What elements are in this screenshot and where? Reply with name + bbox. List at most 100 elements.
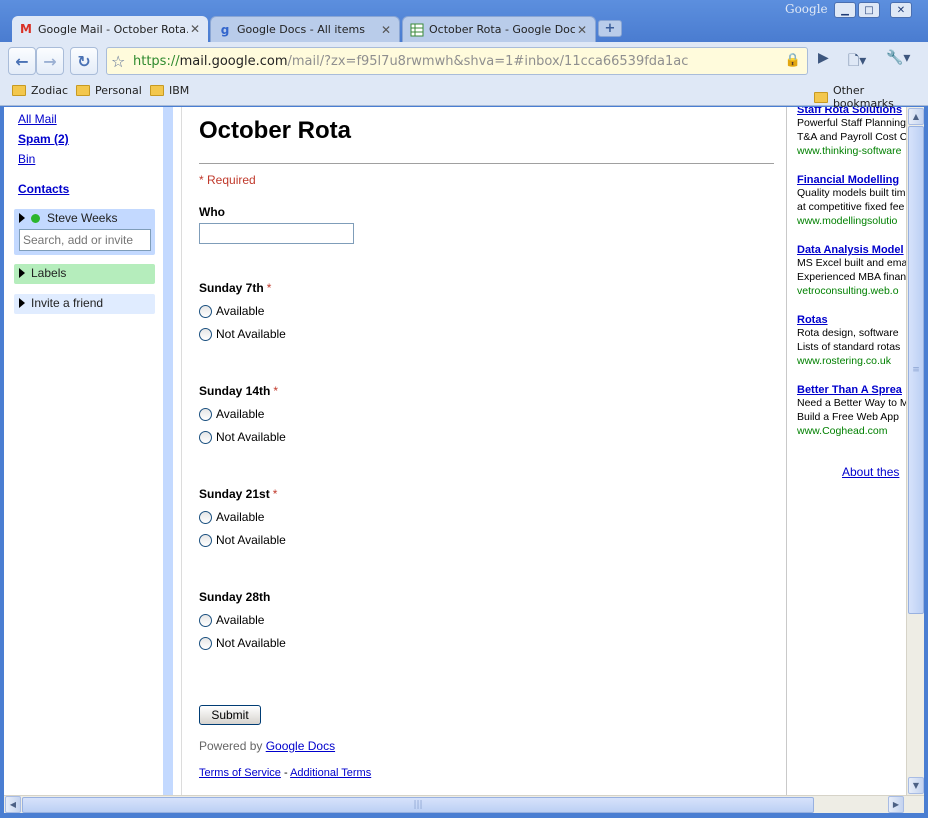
radio-button[interactable]: [199, 636, 212, 650]
form-title: October Rota: [199, 117, 352, 144]
reload-button[interactable]: ↻: [70, 47, 98, 75]
close-tab-icon[interactable]: ✕: [379, 23, 393, 37]
submit-button[interactable]: Submit: [199, 705, 261, 725]
maximize-icon[interactable]: □: [858, 2, 880, 18]
content-gutter: [173, 107, 182, 795]
scroll-down-icon[interactable]: ▼: [908, 777, 924, 794]
option-available[interactable]: Available: [199, 304, 264, 318]
back-button[interactable]: ←: [8, 47, 36, 75]
rota-form: October Rota * Required Who Sunday 7th * …: [183, 107, 787, 795]
nav-contacts[interactable]: Contacts: [18, 182, 69, 196]
forward-button[interactable]: →: [36, 47, 64, 75]
bookmark-personal[interactable]: Personal: [76, 84, 142, 97]
lock-icon[interactable]: 🔒: [785, 53, 801, 68]
option-not-available[interactable]: Not Available: [199, 636, 286, 650]
who-label: Who: [199, 205, 225, 219]
radio-button[interactable]: [199, 304, 212, 318]
labels-box[interactable]: Labels: [14, 264, 155, 284]
page-menu-icon[interactable]: 🗋▾: [848, 50, 866, 74]
bookmark-star-icon[interactable]: ☆: [111, 52, 133, 71]
gmail-icon: M: [20, 22, 32, 36]
option-available[interactable]: Available: [199, 510, 264, 524]
folder-icon: [814, 91, 828, 103]
vertical-scrollbar[interactable]: ▲ ≡ ▼: [906, 107, 924, 795]
ad-item[interactable]: Financial Modelling Quality models built …: [797, 174, 906, 228]
option-available[interactable]: Available: [199, 613, 264, 627]
chat-user-name: Steve Weeks: [47, 211, 118, 225]
question-label: Sunday 21st *: [199, 487, 278, 501]
close-window-icon[interactable]: ✕: [890, 2, 912, 18]
tab-gmail[interactable]: M Google Mail - October Rota... ✕: [12, 16, 208, 42]
go-arrow-icon[interactable]: ▶: [818, 50, 829, 66]
sponsored-links: Staff Rota Solutions Powerful Staff Plann…: [789, 107, 906, 795]
folder-icon: [150, 85, 164, 96]
chat-search-input[interactable]: [19, 229, 151, 251]
invite-title: Invite a friend: [31, 296, 104, 310]
terms-of-service-link[interactable]: Terms of Service: [199, 767, 281, 779]
minimize-icon[interactable]: ▁: [834, 2, 856, 18]
sidebar-divider: [163, 107, 173, 795]
powered-by: Powered by Google Docs: [199, 739, 336, 753]
radio-button[interactable]: [199, 407, 212, 421]
scroll-right-icon[interactable]: ▶: [888, 796, 904, 813]
spreadsheet-icon: [409, 23, 425, 37]
bookmark-zodiac[interactable]: Zodiac: [12, 84, 68, 97]
nav-bin[interactable]: Bin: [18, 152, 35, 166]
additional-terms-link[interactable]: Additional Terms: [290, 767, 371, 779]
bookmark-label: Personal: [95, 84, 142, 97]
google-docs-link[interactable]: Google Docs: [266, 739, 335, 753]
google-icon: g: [220, 22, 230, 37]
option-not-available[interactable]: Not Available: [199, 533, 286, 547]
tab-title: October Rota - Google Docs: [429, 23, 575, 36]
tab-google-docs[interactable]: g Google Docs - All items ✕: [210, 16, 400, 42]
ad-item[interactable]: Data Analysis Model MS Excel built and em…: [797, 244, 906, 298]
tab-october-rota[interactable]: October Rota - Google Docs ✕: [402, 16, 596, 42]
horizontal-scroll-thumb[interactable]: |||: [22, 797, 814, 813]
back-arrow-icon: ←: [15, 51, 29, 71]
bookmark-label: IBM: [169, 84, 190, 97]
labels-title: Labels: [31, 266, 67, 280]
required-note: * Required: [199, 173, 256, 187]
bookmark-ibm[interactable]: IBM: [150, 84, 189, 97]
ad-item[interactable]: Rotas Rota design, software Lists of stand…: [797, 314, 906, 368]
tab-title: Google Docs - All items: [237, 23, 365, 36]
new-tab-button[interactable]: +: [598, 20, 622, 37]
page-content: All Mail Spam (2) Bin Contacts Steve Wee…: [4, 107, 924, 795]
url-scheme: https://: [133, 53, 180, 69]
chat-header[interactable]: Steve Weeks: [14, 209, 155, 227]
radio-button[interactable]: [199, 430, 212, 444]
scroll-left-icon[interactable]: ◀: [5, 796, 21, 813]
folder-icon: [76, 85, 90, 96]
radio-button[interactable]: [199, 510, 212, 524]
radio-button[interactable]: [199, 613, 212, 627]
about-ads-link[interactable]: About thes: [842, 465, 899, 479]
radio-button[interactable]: [199, 533, 212, 547]
online-status-icon: [31, 213, 40, 223]
nav-spam[interactable]: Spam (2): [18, 132, 69, 146]
vertical-scroll-thumb[interactable]: ≡: [908, 126, 924, 614]
question-label: Sunday 7th *: [199, 281, 272, 295]
question-label: Sunday 14th *: [199, 384, 279, 398]
url-path: /mail/?zx=f95l7u8rwmwh&shva=1#inbox/11cc…: [287, 53, 689, 69]
ad-item[interactable]: Better Than A Sprea Need a Better Way to …: [797, 384, 906, 438]
radio-button[interactable]: [199, 327, 212, 341]
option-available[interactable]: Available: [199, 407, 264, 421]
invite-box[interactable]: Invite a friend: [14, 294, 155, 314]
chat-box: Steve Weeks: [14, 209, 155, 255]
close-tab-icon[interactable]: ✕: [575, 23, 589, 37]
ad-item[interactable]: Staff Rota Solutions Powerful Staff Plann…: [797, 107, 906, 158]
tab-title: Google Mail - October Rota...: [38, 22, 188, 36]
who-input[interactable]: [199, 223, 354, 244]
browser-brand: Google: [785, 2, 828, 16]
expand-triangle-icon: [19, 213, 25, 223]
nav-all-mail[interactable]: All Mail: [18, 112, 57, 126]
horizontal-scrollbar[interactable]: ◀ ||| ▶: [4, 795, 924, 813]
wrench-icon[interactable]: 🔧▾: [886, 50, 910, 66]
gmail-sidebar: All Mail Spam (2) Bin Contacts Steve Wee…: [4, 107, 161, 795]
scroll-up-icon[interactable]: ▲: [908, 108, 924, 125]
address-bar[interactable]: ☆ https://mail.google.com/mail/?zx=f95l7…: [106, 47, 808, 75]
option-not-available[interactable]: Not Available: [199, 430, 286, 444]
close-tab-icon[interactable]: ✕: [188, 22, 202, 36]
reload-icon: ↻: [77, 51, 91, 71]
option-not-available[interactable]: Not Available: [199, 327, 286, 341]
